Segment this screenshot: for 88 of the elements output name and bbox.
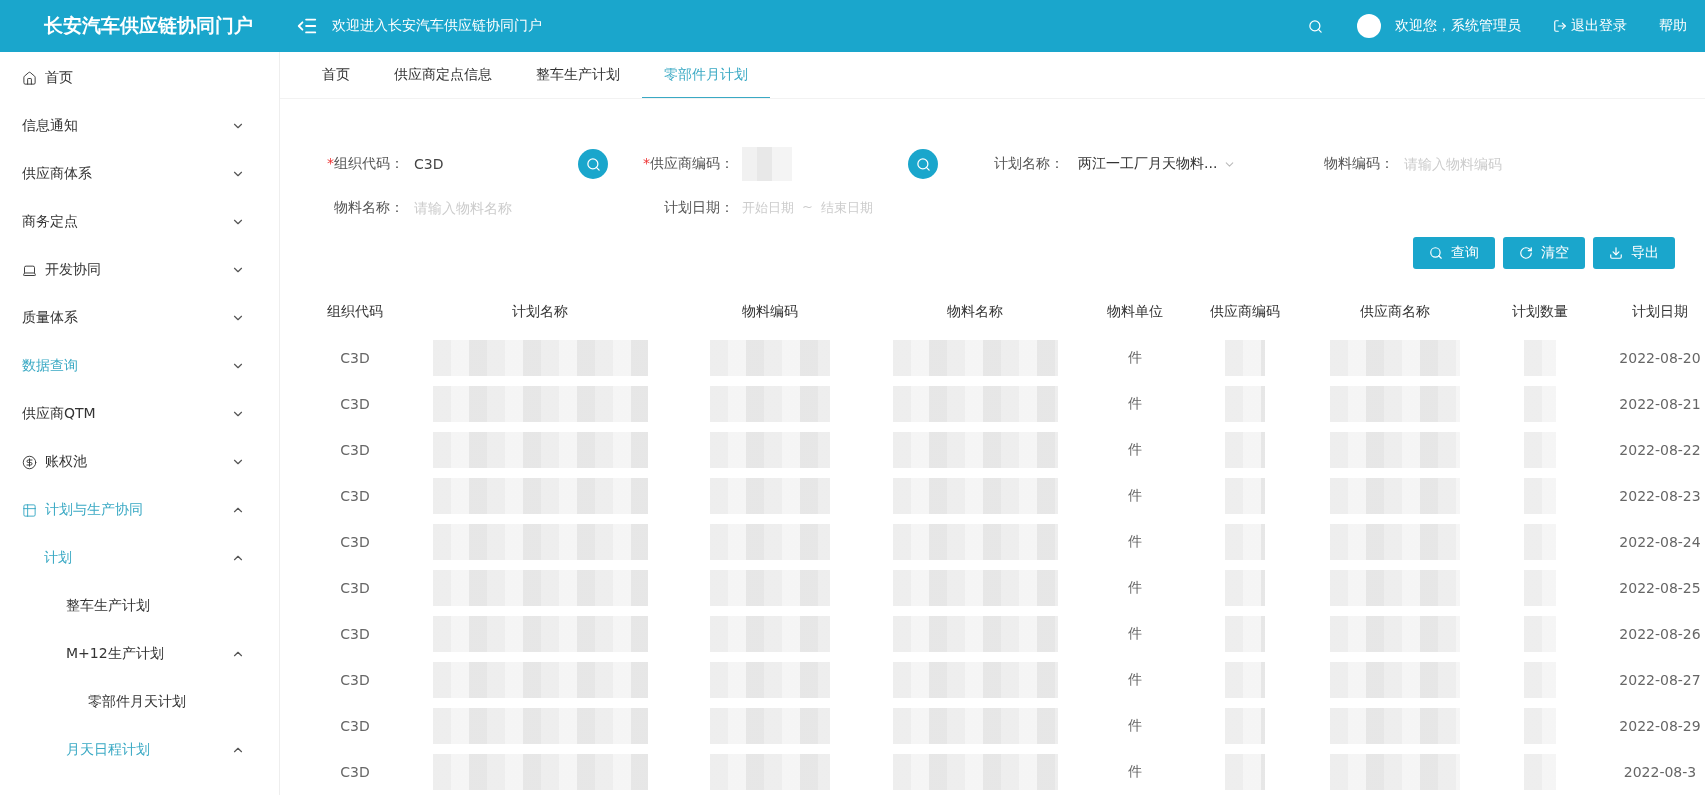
table-cell-text: 2022-08-22 — [1618, 441, 1702, 460]
sidebar-item[interactable]: M+12生产计划 — [0, 630, 279, 678]
welcome-text: 欢迎进入长安汽车供应链协同门户 — [332, 17, 542, 35]
lookup-button[interactable] — [578, 149, 608, 179]
table-cell-text: C3D — [339, 579, 371, 598]
search-icon — [585, 156, 601, 172]
sidebar-item[interactable]: 供应商QTM — [0, 390, 279, 438]
redacted-cell — [1225, 386, 1265, 422]
laptop-icon — [22, 262, 37, 278]
table-cell-text: C3D — [339, 625, 371, 644]
table-cell-text: 件 — [1127, 624, 1143, 643]
date-separator: ~ — [802, 199, 813, 216]
table-cell-text: C3D — [339, 671, 371, 690]
table-cell-text: 件 — [1127, 532, 1143, 551]
search-icon[interactable] — [1308, 18, 1323, 34]
sidebar-item[interactable]: 供应商体系 — [0, 150, 279, 198]
lookup-button[interactable] — [908, 149, 938, 179]
sidebar-item[interactable]: 质量体系 — [0, 294, 279, 342]
redacted-cell — [1225, 616, 1265, 652]
redacted-cell — [1225, 524, 1265, 560]
table-cell-text: C3D — [339, 441, 371, 460]
table-cell-text: 件 — [1127, 440, 1143, 459]
redacted-cell — [1225, 432, 1265, 468]
table-cell-text: C3D — [339, 763, 371, 782]
column-header: 计划数量 — [1511, 302, 1569, 321]
table-icon — [22, 502, 37, 518]
sidebar-item[interactable]: 商务定点 — [0, 198, 279, 246]
table-cell-text: 2022-08-20 — [1618, 349, 1702, 368]
sidebar-item[interactable]: 信息通知 — [0, 102, 279, 150]
portal-title: 长安汽车供应链协同门户 — [0, 0, 280, 52]
table-cell-text: 件 — [1127, 394, 1143, 413]
tab[interactable]: 整车生产计划 — [514, 52, 642, 98]
logout-icon — [1553, 19, 1567, 33]
table-cell-text: C3D — [339, 717, 371, 736]
table-cell-text: 2022-08-24 — [1618, 533, 1702, 552]
table-cell-text: 2022-08-26 — [1618, 625, 1702, 644]
field-label: 计划名称： — [993, 155, 1065, 173]
table-cell-text: C3D — [339, 487, 371, 506]
sidebar-item[interactable]: 账权池 — [0, 438, 279, 486]
redacted-cell — [1225, 708, 1265, 744]
table-cell-text: 2022-08-21 — [1618, 395, 1702, 414]
table-cell-text: C3D — [339, 395, 371, 414]
redacted-cell — [1225, 662, 1265, 698]
table-cell-text: 2022-08-27 — [1618, 671, 1702, 690]
sidebar-item[interactable]: 整车生产计划 — [0, 582, 279, 630]
table-cell-text: 件 — [1127, 716, 1143, 735]
redacted-cell — [1225, 340, 1265, 376]
tab[interactable]: 首页 — [300, 52, 372, 98]
home-icon — [22, 70, 37, 86]
table-cell-text: 2022-08-29 — [1618, 717, 1702, 736]
field-label: *组织代码： — [326, 155, 405, 173]
column-header: 计划日期 — [1631, 302, 1689, 321]
field-label: 物料名称： — [333, 199, 405, 217]
field-label: 物料编码： — [1323, 155, 1395, 173]
field-label: *供应商编码： — [642, 155, 735, 173]
column-header: 组织代码 — [326, 302, 384, 321]
search-icon — [915, 156, 931, 172]
column-header: 物料名称 — [946, 302, 1004, 321]
column-header: 物料编码 — [741, 302, 799, 321]
user-avatar — [1357, 14, 1381, 38]
select-field[interactable]: 两江一工厂月天物料... — [1072, 154, 1243, 174]
column-header: 供应商编码 — [1209, 302, 1281, 321]
refresh-icon — [1519, 246, 1533, 260]
sidebar-item[interactable]: 首页 — [0, 54, 279, 102]
column-header: 物料单位 — [1106, 302, 1164, 321]
table-cell-text: 件 — [1127, 762, 1143, 781]
redacted-cell — [1225, 754, 1265, 790]
download-icon — [1609, 246, 1623, 260]
input-field[interactable]: C3D — [412, 155, 562, 173]
sidebar-item[interactable]: 零部件月天计划 — [0, 678, 279, 726]
sidebar-item[interactable]: 开发协同 — [0, 246, 279, 294]
table-cell-text: 件 — [1127, 348, 1143, 367]
search-icon — [1429, 246, 1443, 260]
table-cell-text: C3D — [339, 533, 371, 552]
table-cell-text: C3D — [339, 349, 371, 368]
column-header: 计划名称 — [511, 302, 569, 321]
redacted-cell — [1225, 478, 1265, 514]
redacted-cell — [1225, 570, 1265, 606]
table-cell-text: 件 — [1127, 486, 1143, 505]
table-cell-text: 2022-08-25 — [1618, 579, 1702, 598]
table-cell-text: 2022-08-3 — [1622, 763, 1698, 782]
table-cell-text: 2022-08-23 — [1618, 487, 1702, 506]
table-cell-text: 件 — [1127, 670, 1143, 689]
tab[interactable]: 供应商定点信息 — [372, 52, 514, 98]
field-label: 计划日期： — [663, 199, 735, 217]
column-header: 供应商名称 — [1359, 302, 1431, 321]
table-cell-text: 件 — [1127, 578, 1143, 597]
user-greeting: 欢迎您，系统管理员 — [1395, 17, 1521, 35]
